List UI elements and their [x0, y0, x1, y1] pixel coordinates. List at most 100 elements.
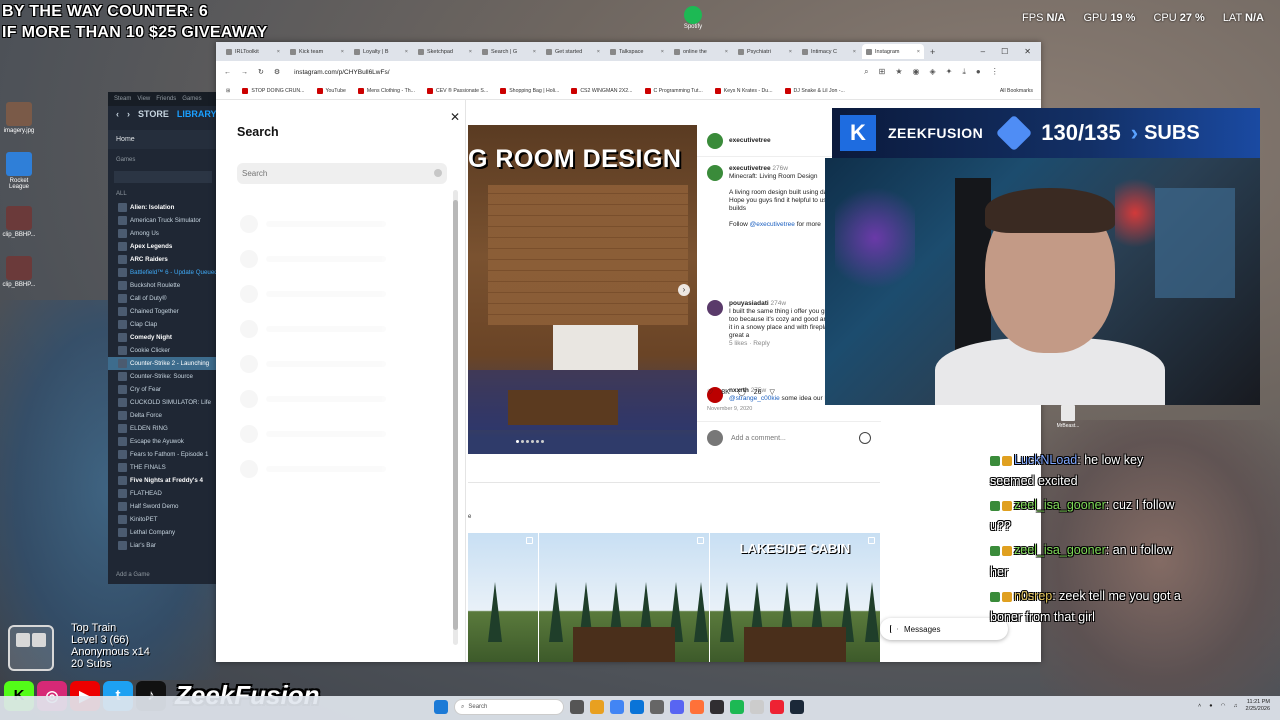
- back-icon[interactable]: ←: [224, 69, 231, 76]
- steam-game-item[interactable]: Escape the Ayuwok: [108, 435, 218, 448]
- forward-arrow-icon[interactable]: ›: [127, 109, 130, 119]
- bookmark-item[interactable]: STOP DOING CRUN...: [242, 88, 305, 94]
- steam-game-item[interactable]: Apex Legends: [108, 240, 218, 253]
- downloads-icon[interactable]: ⤓: [962, 67, 966, 77]
- comment-meta[interactable]: 5 likes · Reply: [729, 340, 770, 347]
- clear-search-icon[interactable]: [434, 169, 442, 177]
- bookmark-item[interactable]: Mens Clothing - Th...: [357, 88, 415, 94]
- author-avatar[interactable]: [707, 165, 723, 181]
- url-field[interactable]: instagram.com/p/CHYBull6LwFs/: [294, 69, 854, 76]
- steam-game-item[interactable]: Liar's Bar: [108, 539, 218, 552]
- desktop-icon[interactable]: Rocket League: [2, 152, 36, 190]
- steam-game-item[interactable]: Buckshot Roulette: [108, 279, 218, 292]
- desktop-icon[interactable]: MrBeast...: [1050, 405, 1086, 429]
- mic-icon[interactable]: ●: [1209, 703, 1212, 709]
- steam-game-item[interactable]: Cry of Fear: [108, 383, 218, 396]
- app-icon[interactable]: [770, 700, 784, 714]
- taskbar-search[interactable]: ⌕ Search: [454, 699, 564, 715]
- author-avatar[interactable]: [707, 132, 723, 149]
- steam-games-header[interactable]: Games: [108, 149, 218, 167]
- chevron-up-icon[interactable]: ˄: [1198, 703, 1201, 709]
- close-icon[interactable]: ✕: [450, 110, 460, 124]
- steam-menu-games[interactable]: Games: [182, 96, 201, 102]
- install-icon[interactable]: ⊞: [879, 67, 886, 77]
- close-tab-icon[interactable]: ×: [405, 49, 408, 55]
- back-arrow-icon[interactable]: ‹: [116, 109, 119, 119]
- bookmark-star-icon[interactable]: ★: [895, 67, 902, 77]
- steam-game-item[interactable]: ELDEN RING: [108, 422, 218, 435]
- clock[interactable]: 11:21 PM 2/25/2026: [1246, 699, 1270, 713]
- post-thumbnail[interactable]: [468, 533, 538, 662]
- bookmark-item[interactable]: YouTube: [316, 88, 346, 94]
- steam-game-item[interactable]: Call of Duty®: [108, 292, 218, 305]
- apps-grid-icon[interactable]: ⊞: [226, 88, 230, 94]
- steam-game-item[interactable]: Fears to Fathom - Episode 1: [108, 448, 218, 461]
- zoom-icon[interactable]: ⌕: [864, 67, 868, 77]
- steam-game-item[interactable]: Chained Together: [108, 305, 218, 318]
- like-icon[interactable]: ♡: [707, 388, 713, 396]
- close-window-button[interactable]: ✕: [1024, 47, 1031, 56]
- bookmark-item[interactable]: Shopping Bag | Holi...: [500, 88, 559, 94]
- extension-icon[interactable]: ◉: [913, 67, 920, 77]
- post-thumbnail[interactable]: LAKESIDE CABIN: [710, 533, 880, 662]
- steam-game-item[interactable]: THE FINALS: [108, 461, 218, 474]
- close-tab-icon[interactable]: ×: [725, 49, 728, 55]
- close-tab-icon[interactable]: ×: [789, 49, 792, 55]
- browser-tab[interactable]: Kick team ×: [286, 44, 348, 59]
- bookmark-item[interactable]: CEV ® Passionate S...: [426, 88, 488, 94]
- steam-search-input[interactable]: [114, 171, 212, 183]
- mention-link[interactable]: @strange_c00kie: [729, 395, 780, 402]
- discord-icon[interactable]: [670, 700, 684, 714]
- steam-game-item[interactable]: Among Us: [108, 227, 218, 240]
- maximize-button[interactable]: ☐: [1001, 47, 1008, 56]
- forward-icon[interactable]: →: [241, 69, 248, 76]
- obs-icon[interactable]: [710, 700, 724, 714]
- steam-game-item[interactable]: Alien: Isolation: [108, 201, 218, 214]
- close-tab-icon[interactable]: ×: [597, 49, 600, 55]
- close-tab-icon[interactable]: ×: [341, 49, 344, 55]
- browser-tab[interactable]: Intimacy C ×: [798, 44, 860, 59]
- close-tab-icon[interactable]: ×: [277, 49, 280, 55]
- browser-tab[interactable]: Psychiatri ×: [734, 44, 796, 59]
- new-tab-button[interactable]: +: [926, 47, 939, 57]
- task-view-icon[interactable]: [570, 700, 584, 714]
- steam-game-item[interactable]: American Truck Simulator: [108, 214, 218, 227]
- browser-tab[interactable]: Search | G ×: [478, 44, 540, 59]
- extensions-puzzle-icon[interactable]: ✦: [946, 67, 953, 77]
- close-tab-icon[interactable]: ×: [661, 49, 664, 55]
- close-tab-icon[interactable]: ×: [533, 49, 536, 55]
- steam-game-item[interactable]: FLATHEAD: [108, 487, 218, 500]
- share-icon[interactable]: ▽: [769, 388, 774, 396]
- steam-library-tab[interactable]: LIBRARY: [177, 109, 217, 119]
- bookmark-item[interactable]: C Programming Tut...: [644, 88, 703, 94]
- spotify-desktop-icon[interactable]: Spotify: [680, 6, 706, 30]
- reload-icon[interactable]: ↻: [258, 68, 264, 76]
- close-tab-icon[interactable]: ×: [853, 49, 856, 55]
- file-explorer-icon[interactable]: [590, 700, 604, 714]
- browser-tab[interactable]: Talkspace ×: [606, 44, 668, 59]
- desktop-icon[interactable]: clip_BBHP...: [2, 256, 36, 288]
- browser-tab[interactable]: Loyalty | B ×: [350, 44, 412, 59]
- bookmark-item[interactable]: DJ Snake & Lil Jon -...: [784, 88, 845, 94]
- spotify-icon[interactable]: [730, 700, 744, 714]
- browser-tab[interactable]: Instagram ×: [862, 44, 924, 59]
- commenter-avatar[interactable]: [707, 300, 723, 316]
- steam-game-item[interactable]: Clap Clap: [108, 318, 218, 331]
- add-game-button[interactable]: Add a Game: [116, 572, 150, 578]
- steam-game-item[interactable]: Battlefield™ 6 - Update Queued: [108, 266, 218, 279]
- profile-avatar[interactable]: ●: [976, 67, 981, 77]
- desktop-icon[interactable]: imagery.jpg: [2, 102, 36, 134]
- steam-menu-steam[interactable]: Steam: [114, 96, 131, 102]
- menu-kebab-icon[interactable]: ⋮: [991, 67, 999, 77]
- caption-username[interactable]: executivetree: [729, 165, 771, 172]
- close-tab-icon[interactable]: ×: [469, 49, 472, 55]
- steam-game-item[interactable]: Comedy Night: [108, 331, 218, 344]
- chrome-icon[interactable]: [610, 700, 624, 714]
- steam-icon[interactable]: [790, 700, 804, 714]
- post-image[interactable]: G ROOM DESIGN: [468, 125, 697, 454]
- close-tab-icon[interactable]: ×: [917, 49, 920, 55]
- steam-game-item[interactable]: Lethal Company: [108, 526, 218, 539]
- bookmark-item[interactable]: Keys N Krates - Du...: [714, 88, 773, 94]
- post-thumbnail[interactable]: [539, 533, 709, 662]
- scrollbar-thumb[interactable]: [453, 200, 458, 630]
